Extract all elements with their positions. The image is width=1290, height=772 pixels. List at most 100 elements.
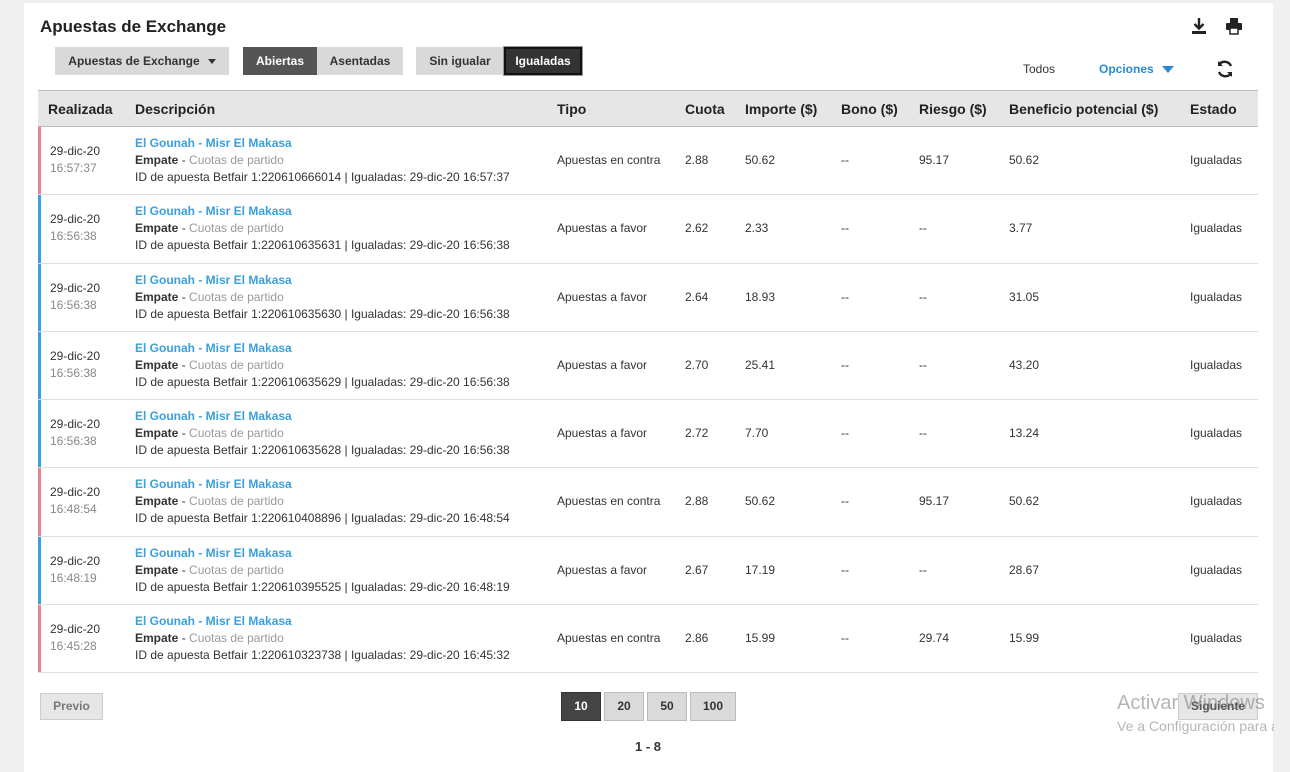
market-name: Cuotas de partido (189, 221, 284, 236)
col-realizada[interactable]: Realizada (48, 101, 113, 117)
event-link[interactable]: El Gounah - Misr El Makasa (135, 546, 292, 560)
table-header: Realizada Descripción Tipo Cuota Importe… (38, 90, 1258, 127)
bet-status: Igualadas (1190, 289, 1243, 304)
selection-name: Empate (135, 631, 179, 646)
market-name: Cuotas de partido (189, 289, 284, 304)
bet-risk: 95.17 (919, 153, 950, 167)
page-size-10[interactable]: 10 (561, 692, 601, 721)
bet-odds: 2.86 (685, 631, 709, 646)
selection-info: Empate - Cuotas de partido (135, 631, 284, 646)
bet-side-indicator (38, 400, 41, 468)
bet-side-indicator (38, 331, 41, 400)
col-beneficio[interactable]: Beneficio potencial ($) (1009, 101, 1158, 117)
bet-stake: 50.62 (745, 494, 776, 509)
selection-info: Empate - Cuotas de partido (135, 426, 284, 441)
col-estado[interactable]: Estado (1190, 101, 1237, 117)
bet-id: ID de apuesta Betfair 1:220610666014 | I… (135, 170, 510, 184)
event-link[interactable]: El Gounah - Misr El Makasa (135, 409, 292, 423)
print-icon[interactable] (1224, 17, 1244, 37)
options-menu[interactable]: Opciones (1099, 62, 1174, 76)
bet-type: Apuestas a favor (557, 562, 648, 577)
bet-side-indicator (38, 468, 41, 536)
selection-name: Empate (135, 357, 179, 372)
tab-open[interactable]: Abiertas (243, 47, 317, 75)
bet-id: ID de apuesta Betfair 1:220610635628 | I… (135, 443, 510, 458)
col-tipo[interactable]: Tipo (557, 101, 586, 117)
bet-type: Apuestas en contra (557, 631, 661, 646)
event-link[interactable]: El Gounah - Misr El Makasa (135, 273, 292, 287)
filter-matched[interactable]: Igualadas (504, 47, 582, 75)
col-cuota[interactable]: Cuota (685, 101, 725, 117)
bets-table: Realizada Descripción Tipo Cuota Importe… (38, 90, 1258, 674)
event-link[interactable]: El Gounah - Misr El Makasa (135, 614, 292, 628)
bet-odds: 2.88 (685, 153, 709, 167)
bet-time: 16:57:37 (50, 161, 97, 175)
selection-info: Empate - Cuotas de partido (135, 289, 284, 304)
bet-bonus: -- (841, 631, 849, 646)
bet-bonus: -- (841, 289, 849, 304)
col-bono[interactable]: Bono ($) (841, 101, 898, 117)
bet-status: Igualadas (1190, 221, 1243, 236)
page-size-20[interactable]: 20 (604, 692, 644, 721)
page-size-100[interactable]: 100 (690, 692, 736, 721)
download-icon[interactable] (1189, 17, 1209, 37)
bet-date: 29-dic-20 (50, 622, 101, 637)
bets-panel: Apuestas de Exchange Apuestas de Exchang… (24, 3, 1273, 772)
selection-name: Empate (135, 289, 179, 304)
bet-date: 29-dic-20 (50, 144, 101, 158)
col-riesgo[interactable]: Riesgo ($) (919, 101, 987, 117)
selection-name: Empate (135, 153, 179, 167)
bet-time: 16:48:54 (50, 502, 97, 517)
bet-profit: 28.67 (1009, 562, 1040, 577)
bet-bonus: -- (841, 494, 849, 509)
bet-id: ID de apuesta Betfair 1:220610635630 | I… (135, 306, 510, 321)
bet-odds: 2.72 (685, 426, 709, 441)
col-importe[interactable]: Importe ($) (745, 101, 817, 117)
col-descripcion[interactable]: Descripción (135, 101, 215, 117)
bet-stake: 25.41 (745, 357, 776, 372)
event-link[interactable]: El Gounah - Misr El Makasa (135, 341, 292, 355)
market-name: Cuotas de partido (189, 494, 284, 509)
bet-bonus: -- (841, 357, 849, 372)
bet-risk: 95.17 (919, 494, 950, 509)
prev-button[interactable]: Previo (40, 693, 103, 720)
event-link[interactable]: El Gounah - Misr El Makasa (135, 204, 292, 218)
bet-type: Apuestas a favor (557, 357, 648, 372)
table-row: 29-dic-20 16:56:38 El Gounah - Misr El Mak… (38, 195, 1258, 264)
refresh-icon[interactable] (1214, 59, 1236, 81)
bet-bonus: -- (841, 153, 849, 167)
bet-type-dropdown[interactable]: Apuestas de Exchange (55, 47, 229, 75)
selection-info: Empate - Cuotas de partido (135, 494, 284, 509)
event-link[interactable]: El Gounah - Misr El Makasa (135, 477, 292, 491)
page-title: Apuestas de Exchange (40, 17, 227, 36)
bet-profit: 50.62 (1009, 494, 1040, 509)
options-label: Opciones (1099, 62, 1154, 76)
bet-id: ID de apuesta Betfair 1:220610635631 | I… (135, 238, 510, 253)
bet-odds: 2.88 (685, 494, 709, 509)
bet-status: Igualadas (1190, 631, 1243, 646)
bet-status: Igualadas (1190, 494, 1243, 509)
market-name: Cuotas de partido (189, 153, 284, 167)
table-row: 29-dic-20 16:56:38 El Gounah - Misr El Mak… (38, 263, 1258, 332)
bet-date: 29-dic-20 (50, 417, 101, 432)
bet-odds: 2.62 (685, 221, 709, 236)
page-size-50[interactable]: 50 (647, 692, 687, 721)
bet-side-indicator (38, 605, 41, 673)
tab-settled[interactable]: Asentadas (317, 47, 403, 75)
bet-bonus: -- (841, 426, 849, 441)
bet-side-indicator (38, 127, 41, 195)
bet-time: 16:48:19 (50, 570, 97, 585)
bet-type: Apuestas en contra (557, 494, 661, 509)
selection-name: Empate (135, 221, 179, 236)
filter-unmatched[interactable]: Sin igualar (416, 47, 504, 75)
selection-name: Empate (135, 426, 179, 441)
bet-type: Apuestas en contra (557, 153, 661, 167)
chevron-down-icon (207, 59, 216, 65)
bet-date: 29-dic-20 (50, 212, 101, 227)
bet-date: 29-dic-20 (50, 553, 101, 568)
market-name: Cuotas de partido (189, 631, 284, 646)
todos-filter[interactable]: Todos (1023, 62, 1055, 76)
bet-risk: -- (919, 562, 927, 577)
bet-stake: 17.19 (745, 562, 776, 577)
event-link[interactable]: El Gounah - Misr El Makasa (135, 136, 292, 150)
